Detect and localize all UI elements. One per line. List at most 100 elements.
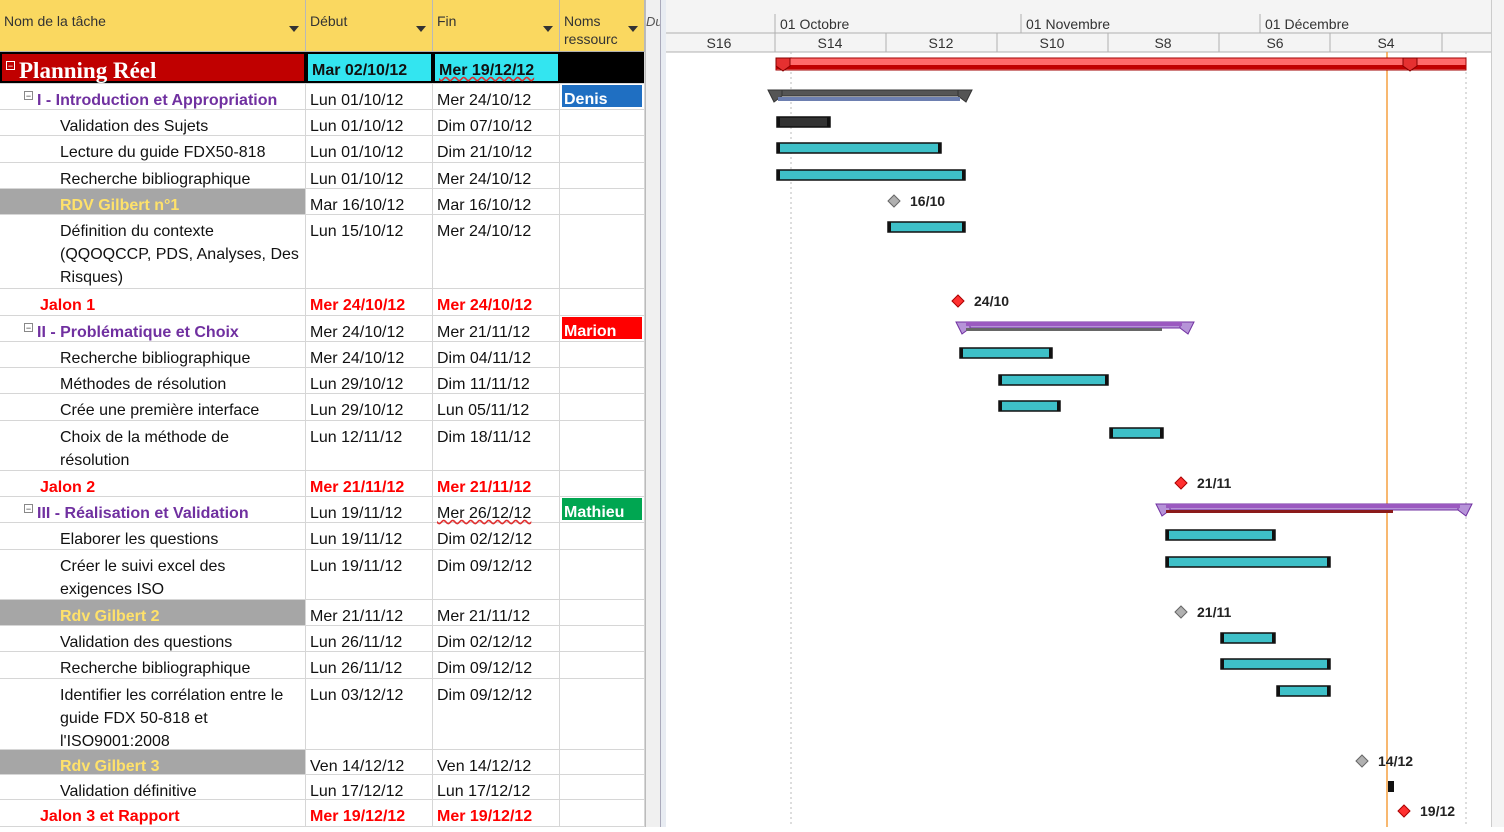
table-row[interactable]: Créer le suivi excel des exigences ISO Lu… — [0, 550, 645, 600]
task-name-cell[interactable]: Définition du contexte (QQOQCCP, PDS, An… — [0, 215, 306, 288]
start-date-cell[interactable]: Lun 19/11/12 — [306, 497, 433, 522]
table-row[interactable]: Jalon 2 Mer 21/11/12 Mer 21/11/12 — [0, 471, 645, 497]
start-date-cell[interactable]: Lun 01/10/12 — [306, 163, 433, 188]
start-date-cell[interactable]: Lun 19/11/12 — [306, 523, 433, 549]
table-row[interactable]: Lecture du guide FDX50-818 Lun 01/10/12 Di… — [0, 136, 645, 163]
table-row[interactable]: RDV Gilbert n°1 Mar 16/10/12 Mar 16/10/12 — [0, 189, 645, 215]
task-name-cell[interactable]: − III - Réalisation et Validation — [0, 497, 306, 522]
dropdown-arrow-icon[interactable] — [543, 26, 553, 32]
end-date-cell[interactable]: Dim 04/11/12 — [433, 342, 560, 367]
end-date-cell[interactable]: Dim 09/12/12 — [433, 679, 560, 749]
task-name-cell[interactable]: Validation des Sujets — [0, 110, 306, 135]
table-row[interactable]: − III - Réalisation et Validation Lun 19/1… — [0, 497, 645, 523]
resource-cell[interactable] — [560, 52, 645, 83]
table-row[interactable]: Rdv Gilbert 2 Mer 21/11/12 Mer 21/11/12 — [0, 600, 645, 626]
end-date-cell[interactable]: Mer 24/10/12 — [433, 215, 560, 288]
resource-cell[interactable] — [560, 289, 645, 315]
resource-cell[interactable]: Marion — [560, 316, 645, 341]
end-date-cell[interactable]: Mar 16/10/12 — [433, 189, 560, 214]
table-row[interactable]: − Planning Réel Mar 02/10/12 Mer 19/12/12 — [0, 52, 645, 84]
end-date-cell[interactable]: Dim 02/12/12 — [433, 626, 560, 651]
end-date-cell[interactable]: Dim 21/10/12 — [433, 136, 560, 162]
resource-cell[interactable] — [560, 652, 645, 678]
end-date-cell[interactable]: Mer 21/11/12 — [433, 316, 560, 341]
resource-cell[interactable]: Denis — [560, 84, 645, 109]
end-date-cell[interactable]: Lun 17/12/12 — [433, 775, 560, 800]
task-name-cell[interactable]: Recherche bibliographique — [0, 342, 306, 367]
start-date-cell[interactable]: Lun 17/12/12 — [306, 775, 433, 800]
task-name-cell[interactable]: Jalon 2 — [0, 471, 306, 496]
end-date-cell[interactable]: Mer 19/12/12 — [433, 800, 560, 826]
task-name-cell[interactable]: Jalon 1 — [0, 289, 306, 315]
task-name-cell[interactable]: − II - Problématique et Choix — [0, 316, 306, 341]
resource-cell[interactable] — [560, 626, 645, 651]
start-date-cell[interactable]: Lun 01/10/12 — [306, 110, 433, 135]
table-row[interactable]: Définition du contexte (QQOQCCP, PDS, An… — [0, 215, 645, 289]
table-row[interactable]: Jalon 1 Mer 24/10/12 Mer 24/10/12 — [0, 289, 645, 316]
task-name-cell[interactable]: Recherche bibliographique — [0, 652, 306, 678]
end-date-cell[interactable]: Mer 26/12/12 — [433, 497, 560, 522]
start-date-cell[interactable]: Mer 24/10/12 — [306, 289, 433, 315]
table-row[interactable]: Crée une première interface Lun 29/10/12 L… — [0, 394, 645, 421]
start-date-cell[interactable]: Mar 16/10/12 — [306, 189, 433, 214]
resource-cell[interactable] — [560, 189, 645, 214]
task-name-cell[interactable]: Recherche bibliographique — [0, 163, 306, 188]
end-date-cell[interactable]: Dim 09/12/12 — [433, 652, 560, 678]
task-name-cell[interactable]: Méthodes de résolution — [0, 368, 306, 393]
task-name-cell[interactable]: Identifier les corrélation entre le guid… — [0, 679, 306, 750]
collapse-icon[interactable]: − — [24, 323, 33, 333]
column-header-resources[interactable]: Noms ressourc — [560, 0, 645, 52]
table-row[interactable]: − II - Problématique et Choix Mer 24/10/12… — [0, 316, 645, 342]
start-date-cell[interactable]: Mer 24/10/12 — [306, 316, 433, 341]
resource-cell[interactable] — [560, 163, 645, 188]
start-date-cell[interactable]: Lun 03/12/12 — [306, 679, 433, 749]
task-name-cell[interactable]: Choix de la méthode de résolution — [0, 421, 306, 470]
resource-cell[interactable] — [560, 600, 645, 625]
task-name-cell[interactable]: Rdv Gilbert 2 — [0, 600, 306, 625]
end-date-cell[interactable]: Dim 18/11/12 — [433, 421, 560, 470]
start-date-cell[interactable]: Mer 24/10/12 — [306, 342, 433, 367]
resource-cell[interactable] — [560, 523, 645, 549]
resource-cell[interactable] — [560, 110, 645, 135]
table-row[interactable]: Choix de la méthode de résolution Lun 12/… — [0, 421, 645, 471]
task-name-cell[interactable]: − Planning Réel — [0, 52, 306, 83]
table-row[interactable]: Validation définitive Lun 17/12/12 Lun 17/… — [0, 775, 645, 800]
start-date-cell[interactable]: Ven 14/12/12 — [306, 750, 433, 775]
resource-cell[interactable] — [560, 750, 645, 774]
resource-cell[interactable] — [560, 368, 645, 393]
end-date-cell[interactable]: Dim 09/12/12 — [433, 550, 560, 599]
collapse-icon[interactable]: − — [6, 61, 15, 71]
task-name-cell[interactable]: Elaborer les questions — [0, 523, 306, 549]
end-date-cell[interactable]: Dim 07/10/12 — [433, 110, 560, 135]
start-date-cell[interactable]: Lun 29/10/12 — [306, 368, 433, 393]
start-date-cell[interactable]: Lun 01/10/12 — [306, 136, 433, 162]
table-row[interactable]: Rdv Gilbert 3 Ven 14/12/12 Ven 14/12/12 — [0, 750, 645, 775]
end-date-cell[interactable]: Mer 19/12/12 — [433, 52, 560, 83]
start-date-cell[interactable]: Lun 19/11/12 — [306, 550, 433, 599]
start-date-cell[interactable]: Mer 19/12/12 — [306, 800, 433, 826]
table-row[interactable]: Recherche bibliographique Lun 26/11/12 Dim… — [0, 652, 645, 679]
resource-cell[interactable] — [560, 471, 645, 496]
resource-cell[interactable] — [560, 136, 645, 162]
start-date-cell[interactable]: Lun 29/10/12 — [306, 394, 433, 420]
table-row[interactable]: Identifier les corrélation entre le guid… — [0, 679, 645, 750]
start-date-cell[interactable]: Lun 15/10/12 — [306, 215, 433, 288]
end-date-cell[interactable]: Dim 11/11/12 — [433, 368, 560, 393]
collapse-icon[interactable]: − — [24, 91, 33, 101]
column-header-start[interactable]: Début — [306, 0, 433, 52]
task-name-cell[interactable]: Créer le suivi excel des exigences ISO — [0, 550, 306, 599]
dropdown-arrow-icon[interactable] — [416, 26, 426, 32]
column-header-task-name[interactable]: Nom de la tâche — [0, 0, 306, 52]
end-date-cell[interactable]: Mer 24/10/12 — [433, 163, 560, 188]
dropdown-arrow-icon[interactable] — [628, 26, 638, 32]
start-date-cell[interactable]: Lun 26/11/12 — [306, 626, 433, 651]
start-date-cell[interactable]: Lun 12/11/12 — [306, 421, 433, 470]
task-name-cell[interactable]: Rdv Gilbert 3 — [0, 750, 306, 775]
resource-cell[interactable] — [560, 550, 645, 599]
task-name-cell[interactable]: − I - Introduction et Appropriation — [0, 84, 306, 109]
table-row[interactable]: Recherche bibliographique Lun 01/10/12 Mer… — [0, 163, 645, 189]
task-name-cell[interactable]: Lecture du guide FDX50-818 — [0, 136, 306, 162]
end-date-cell[interactable]: Lun 05/11/12 — [433, 394, 560, 420]
task-name-cell[interactable]: Crée une première interface — [0, 394, 306, 420]
end-date-cell[interactable]: Mer 21/11/12 — [433, 600, 560, 625]
